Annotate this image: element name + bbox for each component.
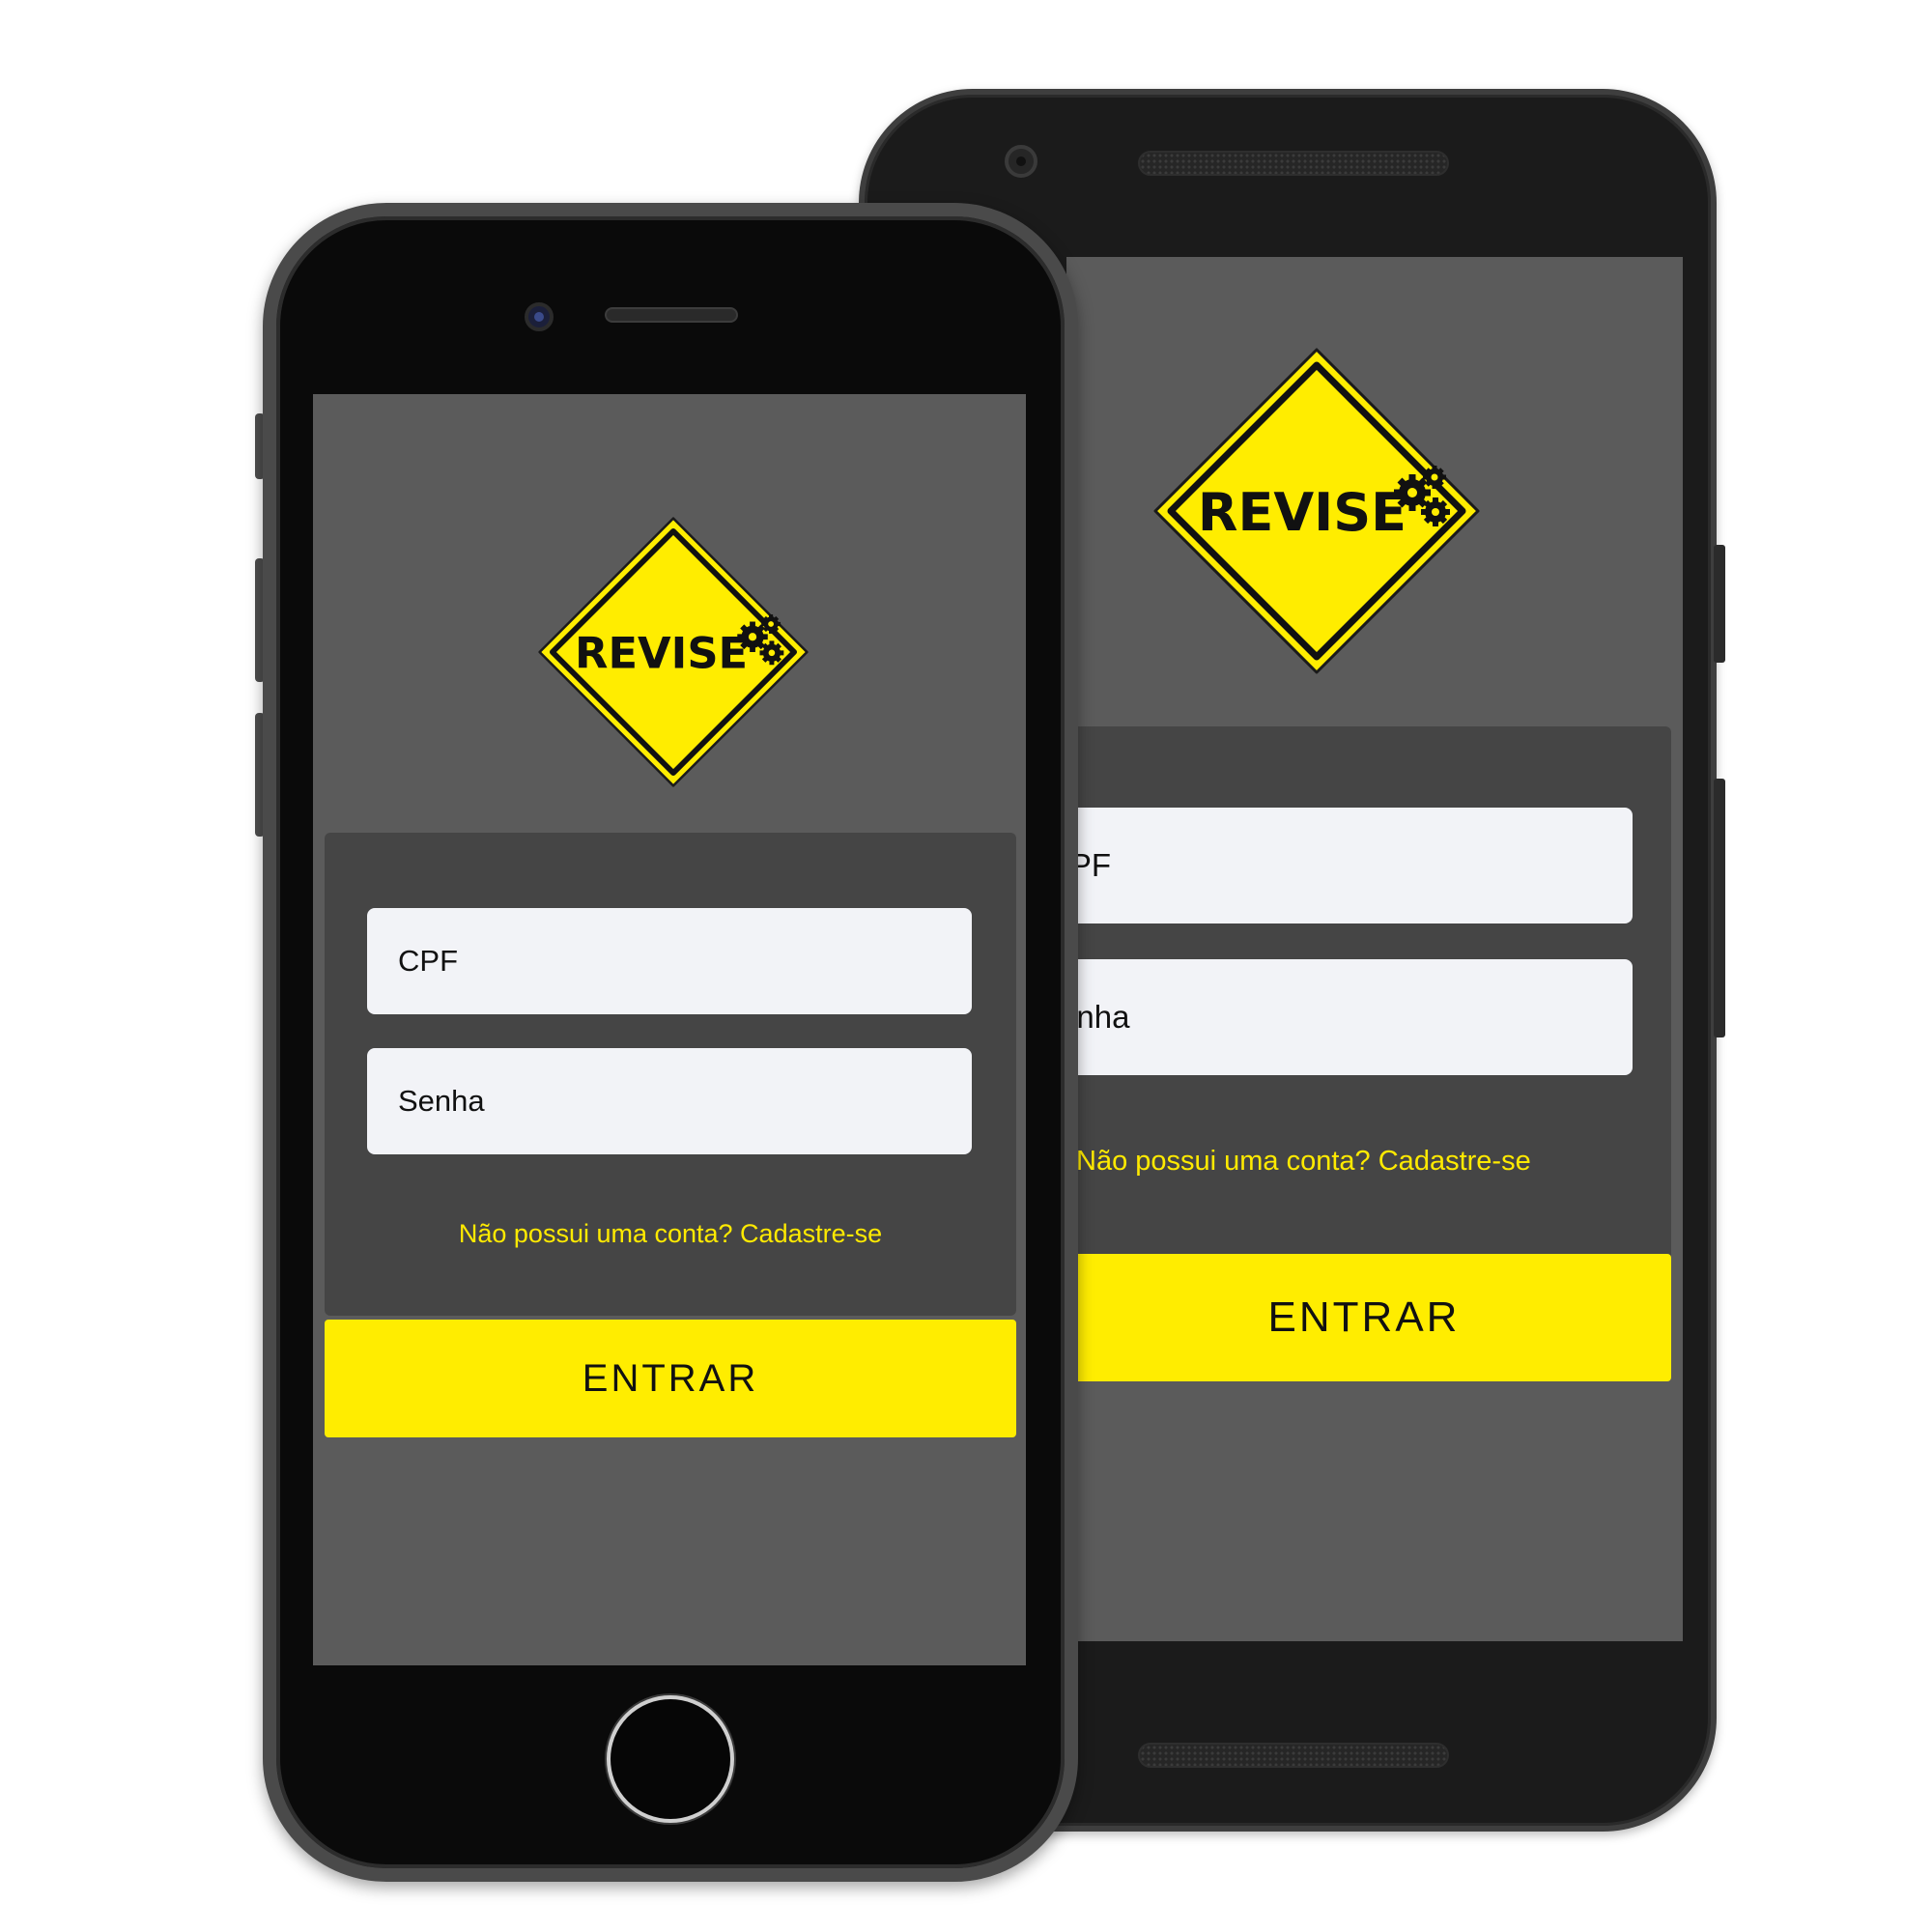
iphone-cpf-placeholder: CPF [398, 944, 458, 978]
iphone-home-button-icon[interactable] [607, 1695, 734, 1823]
iphone-camera-icon [525, 302, 554, 331]
android-logo-text: REVISE [1198, 482, 1406, 543]
android-signup-link[interactable]: Não possui uma conta? Cadastre-se [1076, 1146, 1540, 1178]
iphone-password-placeholder: Senha [398, 1084, 485, 1118]
iphone-speaker-icon [605, 307, 738, 323]
iphone-screen: REVISE CPF Senha Não possui uma conta? C… [313, 394, 1026, 1665]
iphone-enter-button[interactable]: ENTRAR [325, 1320, 1016, 1437]
android-cpf-input[interactable]: CPF [1066, 808, 1633, 923]
iphone-password-input[interactable]: Senha [367, 1048, 972, 1154]
android-screen: REVISE PF nha Não possui uma conta? Cada… [1066, 257, 1683, 1641]
iphone-revise-logo: REVISE [538, 517, 809, 787]
android-enter-button[interactable]: ENTRAR [1066, 1254, 1671, 1381]
android-power-button [1714, 545, 1725, 663]
android-bottom-speaker-grille-icon [1138, 1743, 1449, 1768]
iphone-signup-link[interactable]: Não possui uma conta? Cadastre-se [325, 1219, 1016, 1249]
android-camera-icon [1005, 145, 1037, 178]
android-volume-button [1714, 779, 1725, 1037]
iphone-cpf-input[interactable]: CPF [367, 908, 972, 1014]
android-top-speaker-grille-icon [1138, 151, 1449, 176]
android-password-input[interactable]: Senha [1066, 959, 1633, 1075]
android-revise-logo: REVISE [1153, 348, 1480, 674]
iphone-logo-text: REVISE [575, 628, 748, 679]
